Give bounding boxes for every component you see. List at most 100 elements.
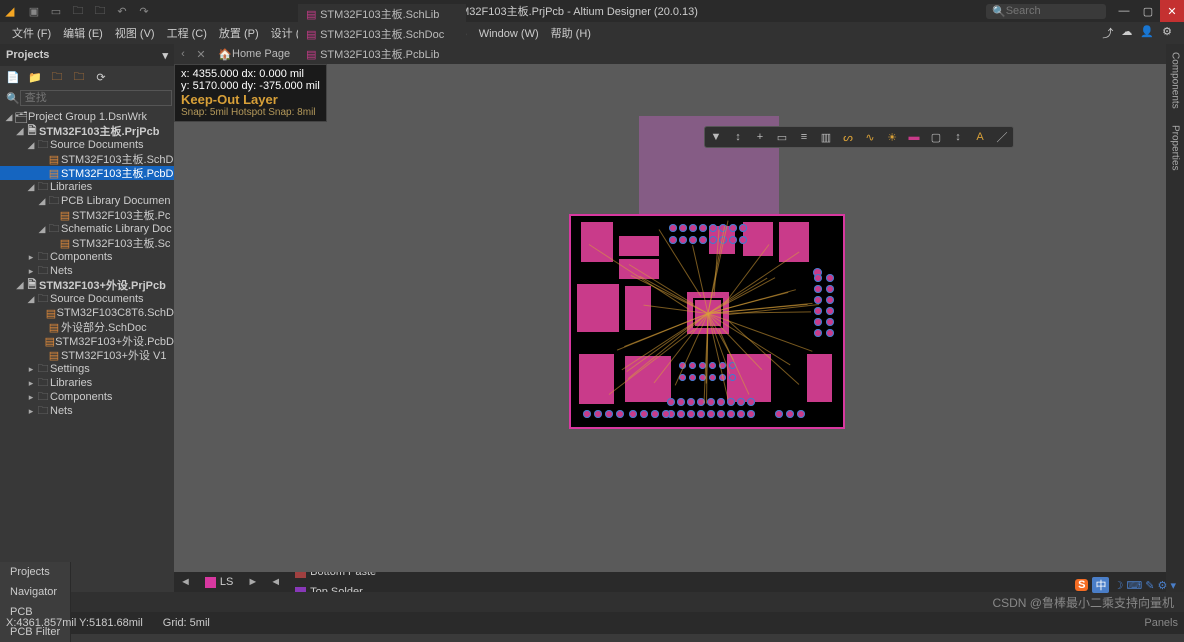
tree-twisty-icon[interactable]: ◢ [15,126,25,137]
dim-icon[interactable]: ↕ [951,130,965,144]
folder-icon[interactable]: 🗀 [70,3,86,19]
new-doc-icon[interactable]: 📄 [6,70,20,84]
menu-item[interactable]: 工程 (C) [161,28,213,40]
tree-item[interactable]: ▤STM32F103+外设 V1 [0,348,174,362]
tree-item[interactable]: ◢🗀PCB Library Documen [0,194,174,208]
maximize-button[interactable]: ▢ [1136,0,1160,22]
panels-button[interactable]: Panels [1144,617,1178,629]
document-tab[interactable]: ▤STM32F103主板.SchDoc [298,24,466,44]
user-icon[interactable]: 👤 [1140,25,1154,41]
project-tree[interactable]: ◢🗂Project Group 1.DsnWrk◢🗎STM32F103主板.Pr… [0,108,174,592]
tree-item[interactable]: ▸🗀Components [0,250,174,264]
open-project-icon[interactable]: 📁 [28,70,42,84]
tree-item[interactable]: ◢🗎STM32F103+外设.PrjPcb [0,278,174,292]
align-v-icon[interactable]: ≡ [797,130,811,144]
share-icon[interactable]: ⤴ [1102,25,1113,41]
bottom-tab[interactable]: Projects [0,562,71,582]
close-button[interactable]: ✕ [1160,0,1184,22]
document-tab[interactable]: ▤STM32F103主板.PcbLib [298,44,466,64]
link-icon[interactable]: 🗀 [72,70,86,84]
search-input[interactable] [1006,5,1096,17]
menu-item[interactable]: 编辑 (E) [57,28,109,40]
tree-item[interactable]: ▸🗀Libraries [0,376,174,390]
print-icon[interactable]: 🗀 [92,3,108,19]
tree-item[interactable]: ▸🗀Settings [0,362,174,376]
folder-add-icon[interactable]: 🗀 [50,70,64,84]
tree-item[interactable]: ▤STM32F103主板.SchD [0,152,174,166]
cross-icon[interactable]: + [753,130,767,144]
align-h-icon[interactable]: ▥ [819,130,833,144]
tree-twisty-icon[interactable]: ▸ [26,266,36,277]
sidebar-tab-components[interactable]: Components [1168,44,1183,117]
tree-twisty-icon[interactable]: ◢ [26,140,36,151]
close-tab-icon[interactable]: ✕ [194,47,208,61]
pcb-canvas[interactable]: x: 4355.000 dx: 0.000 mil y: 5170.000 dy… [174,64,1184,572]
menu-item[interactable]: 放置 (P) [213,28,265,40]
tree-item[interactable]: ▸🗀Components [0,390,174,404]
tree-item[interactable]: ◢🗀Libraries [0,180,174,194]
open-icon[interactable]: ▭ [48,3,64,19]
select-icon[interactable]: ↕ [731,130,745,144]
tree-twisty-icon[interactable]: ▸ [26,406,36,417]
tree-twisty-icon[interactable]: ▸ [26,378,36,389]
tree-item[interactable]: ◢🗂Project Group 1.DsnWrk [0,110,174,124]
save-icon[interactable]: ▣ [26,3,42,19]
tree-twisty-icon[interactable]: ◢ [26,182,36,193]
tree-item[interactable]: ▤外设部分.SchDoc [0,320,174,334]
tree-item[interactable]: ◢🗀Schematic Library Doc [0,222,174,236]
undo-icon[interactable]: ↶ [114,3,130,19]
sidebar-tab-properties[interactable]: Properties [1168,117,1183,179]
active-bar[interactable]: ▼ ↕ + ▭ ≡ ▥ ᔕ ∿ ☀ ▬ ▢ ↕ A ／ [704,126,1014,148]
minimize-button[interactable]: — [1112,0,1136,22]
panel-menu-icon[interactable]: ▾ [162,49,168,62]
tree-twisty-icon[interactable]: ◢ [4,112,14,123]
via-icon[interactable]: ∿ [863,130,877,144]
region-icon[interactable]: ▢ [929,130,943,144]
layer-ls-left-icon[interactable]: ◄ [264,576,287,588]
tree-item[interactable]: ▤STM32F103主板.PcbD [0,166,174,180]
document-tab[interactable]: ▤STM32F103主板.SchLib [298,4,466,24]
rect-icon[interactable]: ▭ [775,130,789,144]
tree-twisty-icon[interactable]: ◢ [37,224,47,235]
layer-scroll-left-icon[interactable]: ◄ [174,576,197,588]
tree-item[interactable]: ◢🗎STM32F103主板.PrjPcb [0,124,174,138]
menu-item[interactable]: 视图 (V) [109,28,161,40]
tree-twisty-icon[interactable]: ▸ [26,364,36,375]
layer-tab[interactable]: Top Solder [287,582,396,592]
menu-item[interactable]: Window (W) [473,28,545,40]
filter-icon[interactable]: ▼ [709,130,723,144]
tree-twisty-icon[interactable]: ▸ [26,252,36,263]
settings-icon[interactable]: ⚙ [1162,25,1172,41]
layer-ls[interactable]: LS [197,572,241,592]
fill-icon[interactable]: ▬ [907,130,921,144]
tab-scroll-left-icon[interactable]: ‹ [176,47,190,61]
tree-item[interactable]: ▸🗀Nets [0,264,174,278]
pcb-board[interactable] [569,214,845,429]
tree-twisty-icon[interactable]: ◢ [37,196,47,207]
tree-twisty-icon[interactable]: ◢ [26,294,36,305]
line-icon[interactable]: ／ [995,130,1009,144]
global-search[interactable]: 🔍 [986,4,1106,19]
layer-ls-right-icon[interactable]: ► [241,576,264,588]
tree-item[interactable]: ▤STM32F103+外设.PcbD [0,334,174,348]
bottom-tab[interactable]: Navigator [0,582,71,602]
tree-item[interactable]: ▸🗀Nets [0,404,174,418]
star-icon[interactable]: ☀ [885,130,899,144]
refresh-icon[interactable]: ⟳ [94,70,108,84]
tree-item[interactable]: ▤STM32F103主板.Pc [0,208,174,222]
tree-item[interactable]: ◢🗀Source Documents [0,138,174,152]
tree-twisty-icon[interactable]: ◢ [15,280,25,291]
tree-item[interactable]: ◢🗀Source Documents [0,292,174,306]
menu-item[interactable]: 帮助 (H) [545,28,597,40]
project-search-input[interactable] [20,90,172,106]
text-icon[interactable]: A [973,130,987,144]
tree-item[interactable]: ▤STM32F103C8T6.SchD [0,306,174,320]
layer-tab[interactable]: Bottom Paste [287,572,396,582]
route-icon[interactable]: ᔕ [841,130,855,144]
tab-home[interactable]: 🏠 Home Page [210,44,298,64]
tree-item[interactable]: ▤STM32F103主板.Sc [0,236,174,250]
redo-icon[interactable]: ↷ [136,3,152,19]
menu-item[interactable]: 文件 (F) [6,28,57,40]
cloud-icon[interactable]: ☁ [1121,25,1132,41]
tree-twisty-icon[interactable]: ▸ [26,392,36,403]
